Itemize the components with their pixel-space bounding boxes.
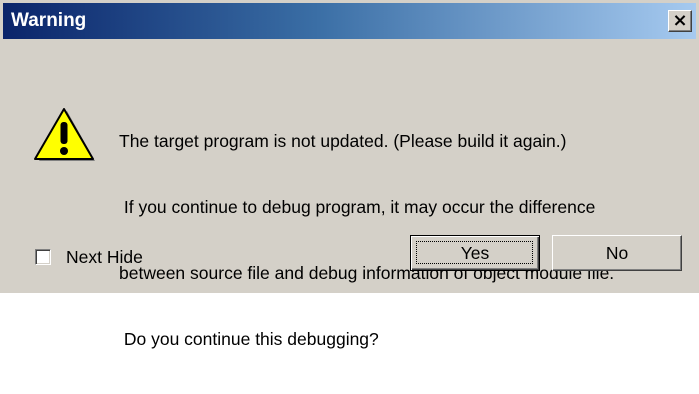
next-hide-label[interactable]: Next Hide — [66, 247, 143, 268]
message-line: The target program is not updated. (Plea… — [119, 131, 567, 151]
message-line: Do you continue this debugging? — [119, 329, 379, 349]
yes-button[interactable]: Yes — [410, 235, 540, 271]
next-hide-option[interactable]: Next Hide — [35, 245, 143, 269]
close-button[interactable]: × — [668, 10, 692, 32]
title-bar[interactable]: Warning × — [3, 3, 696, 39]
next-hide-checkbox[interactable] — [35, 249, 51, 265]
warning-icon — [34, 108, 95, 161]
focus-rectangle — [416, 241, 533, 264]
message-line: If you continue to debug program, it may… — [119, 197, 596, 217]
no-button-label: No — [605, 242, 629, 263]
no-button[interactable]: No — [552, 235, 682, 271]
dialog-title: Warning — [11, 10, 87, 31]
warning-dialog: Warning × The target program is not upda… — [0, 0, 699, 349]
close-icon: × — [672, 10, 688, 31]
